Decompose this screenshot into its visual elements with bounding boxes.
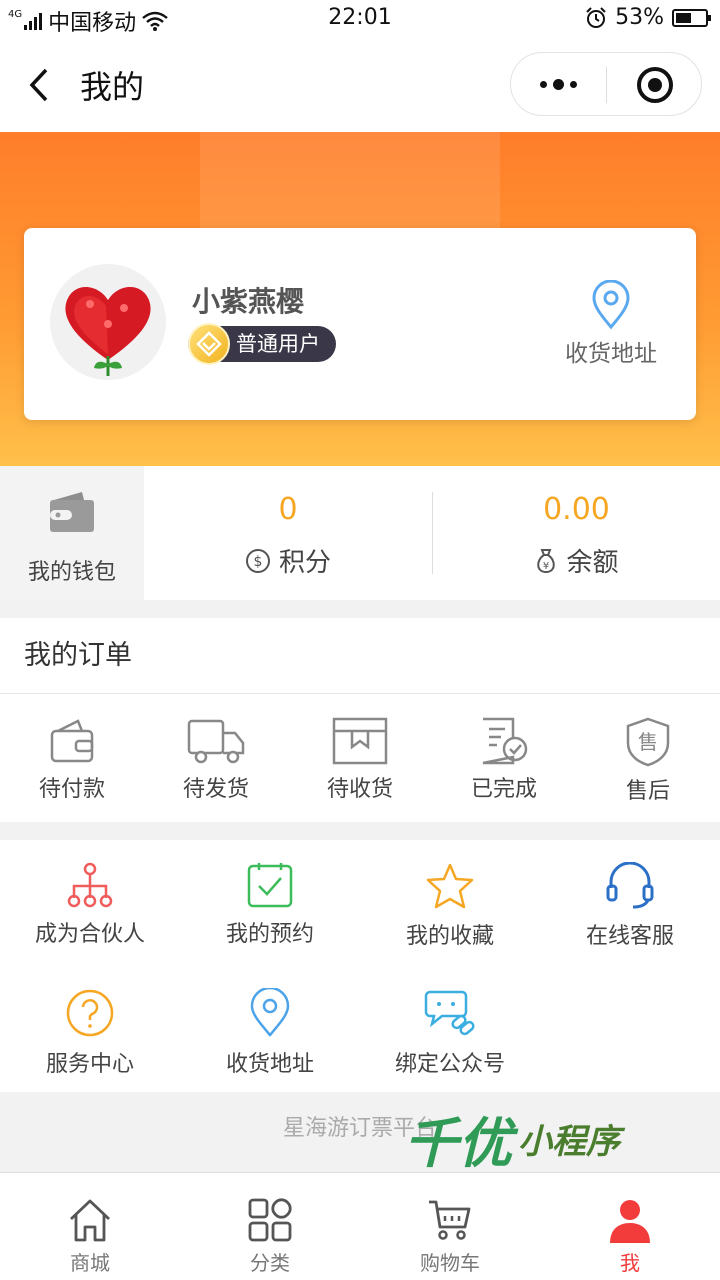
tab-cart-label: 购物车 [420,1251,480,1275]
my-wallet-button[interactable]: 我的钱包 [0,466,144,600]
my-orders-section: 我的订单 待付款 待发货 待收货 已完成 售 售后 [0,618,720,822]
close-miniprogram-button[interactable] [637,67,673,103]
page-title: 我的 [80,68,145,106]
location-pin-icon [592,280,630,330]
svg-text:$: $ [254,554,263,570]
balance-label: 余额 [566,548,619,578]
home-icon [70,1199,110,1242]
title-bar: 我的 [0,38,720,132]
tab-mall[interactable]: 商城 [0,1173,180,1280]
order-completed[interactable]: 已完成 [432,695,576,822]
order-after-sales-label: 售后 [625,779,670,804]
profile-card: 小紫燕樱 普通用户 收货地址 [24,228,696,420]
my-favorites-label: 我的收藏 [405,924,494,949]
wallet-icon [50,492,94,532]
battery-percent: 53% [615,5,664,30]
status-bar: 4G 中国移动 22:01 53% [0,0,720,38]
tab-category-label: 分类 [250,1251,290,1275]
order-pending-receipt-label: 待收货 [326,777,393,802]
tab-mall-label: 商城 [70,1251,110,1275]
chat-link-icon [424,990,475,1036]
balance-stat[interactable]: 0.00 ¥ 余额 [433,466,720,600]
points-stat[interactable]: 0 $ 积分 [144,466,432,600]
member-level-text: 普通用户 [236,332,320,356]
tab-category[interactable]: 分类 [180,1173,360,1280]
order-status-grid: 待付款 待发货 待收货 已完成 售 售后 [0,695,720,822]
online-support-label: 在线客服 [585,924,674,949]
order-pending-payment-label: 待付款 [38,777,105,802]
order-pending-shipment[interactable]: 待发货 [144,695,288,822]
back-arrow-icon[interactable] [28,68,50,102]
more-menu-button[interactable] [511,53,606,115]
points-value: 0 [278,492,298,527]
points-label: 积分 [278,548,331,578]
watermark-logo: 千优 小程序 [404,1102,620,1175]
star-icon [426,863,474,909]
dollar-coin-icon: $ [245,548,270,573]
order-pending-shipment-label: 待发货 [182,777,249,802]
alarm-icon [586,6,606,28]
service-center-button[interactable]: 服务中心 [0,988,180,1078]
battery-fill [676,12,691,23]
become-partner-label: 成为合伙人 [34,922,145,947]
balance-value: 0.00 [543,492,610,527]
shield-icon: 售 [626,717,670,767]
question-icon [66,989,114,1037]
wallet-icon [50,719,94,763]
my-appointments-label: 我的预约 [225,922,314,947]
status-right: 53% [585,5,711,30]
my-orders-header[interactable]: 我的订单 [0,618,720,694]
miniprogram-capsule [510,52,702,116]
document-check-icon [482,717,528,765]
capsule-divider [606,67,607,103]
bind-official-account-label: 绑定公众号 [394,1052,505,1077]
my-favorites-button[interactable]: 我的收藏 [360,862,540,950]
package-icon [332,717,388,765]
my-appointments-button[interactable]: 我的预约 [180,862,360,948]
bind-official-account-button[interactable]: 绑定公众号 [360,988,540,1078]
svg-text:¥: ¥ [543,561,549,572]
tab-me-label: 我 [620,1251,640,1275]
profile-banner: 小紫燕樱 普通用户 收货地址 [0,132,720,466]
battery-icon [672,8,711,27]
my-wallet-label: 我的钱包 [27,560,116,585]
watermark-main: 千优 [404,1110,512,1175]
tab-cart[interactable]: 购物车 [360,1173,540,1280]
calendar-check-icon [247,863,293,908]
become-partner-button[interactable]: 成为合伙人 [0,862,180,948]
wallet-row: 我的钱包 0 $ 积分 0.00 ¥ 余额 [0,466,720,600]
network-icon [67,862,113,908]
order-pending-receipt[interactable]: 待收货 [288,695,432,822]
money-bag-icon: ¥ [537,548,556,573]
member-level-badge: 普通用户 [188,323,336,365]
services-grid: 成为合伙人 我的预约 我的收藏 在线客服 服务中心 收货地址 绑定公众号 [0,840,720,1092]
avatar[interactable] [50,264,166,380]
bottom-tab-bar: 商城 分类 购物车 我 [0,1172,720,1280]
category-icon [248,1198,292,1242]
online-support-button[interactable]: 在线客服 [540,862,720,950]
svg-text:售: 售 [638,730,658,754]
service-center-label: 服务中心 [45,1052,134,1077]
shipping-address-service-button[interactable]: 收货地址 [180,988,360,1078]
order-completed-label: 已完成 [470,777,537,802]
user-icon [610,1200,650,1243]
shipping-address-button[interactable]: 收货地址 [536,280,686,368]
truck-icon [187,719,245,764]
headset-icon [606,862,654,909]
cart-icon [429,1200,471,1240]
order-pending-payment[interactable]: 待付款 [0,695,144,822]
shipping-address-label: 收货地址 [565,341,657,367]
order-after-sales[interactable]: 售 售后 [576,695,720,822]
shipping-address-service-label: 收货地址 [225,1052,314,1077]
heart-flower-avatar-image [65,286,151,376]
tab-me[interactable]: 我 [540,1173,720,1280]
username: 小紫燕樱 [192,285,305,318]
location-pin-icon [250,988,290,1037]
watermark-sub: 小程序 [518,1121,620,1162]
vip-diamond-icon [188,323,230,365]
